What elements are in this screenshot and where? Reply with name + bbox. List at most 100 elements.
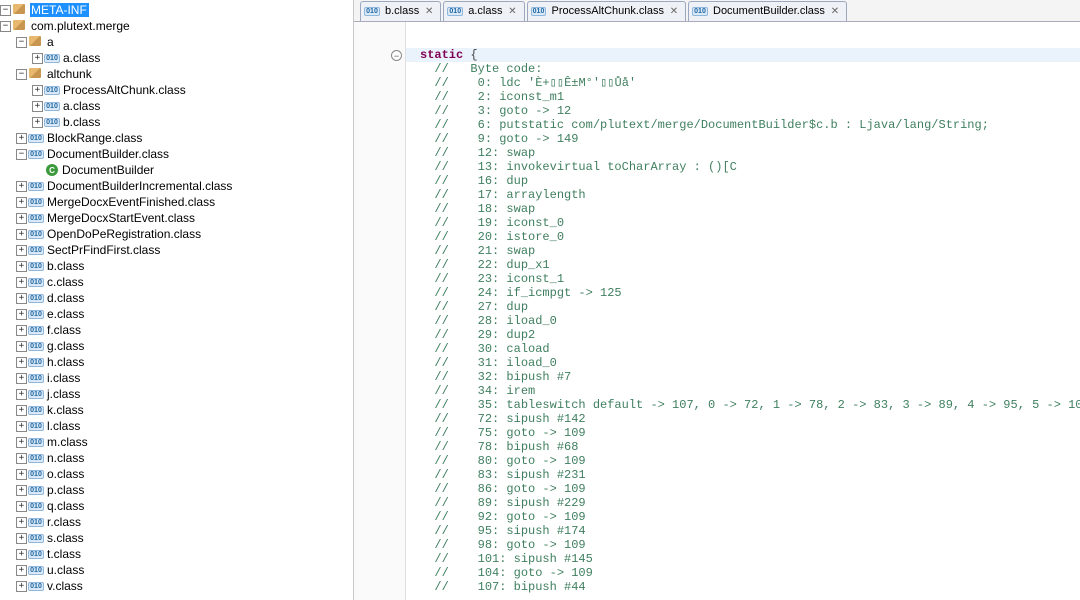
tree-item-class[interactable]: +OpenDoPeRegistration.class	[0, 226, 353, 242]
tree-item-class[interactable]: +k.class	[0, 402, 353, 418]
tree-item-class[interactable]: +u.class	[0, 562, 353, 578]
collapse-toggle-icon[interactable]: −	[0, 21, 11, 32]
collapse-toggle-icon[interactable]: −	[16, 149, 27, 160]
tree-item-class[interactable]: +SectPrFindFirst.class	[0, 242, 353, 258]
expand-toggle-icon[interactable]: +	[16, 277, 27, 288]
expand-toggle-icon[interactable]: +	[16, 549, 27, 560]
expand-toggle-icon[interactable]: +	[32, 53, 43, 64]
code-viewer[interactable]: − static { // Byte code: // 0: ldc 'È+▯▯…	[354, 22, 1080, 600]
tree-item-class[interactable]: +l.class	[0, 418, 353, 434]
tree-item-class[interactable]: +d.class	[0, 290, 353, 306]
expand-toggle-icon[interactable]: +	[16, 517, 27, 528]
tree-item-class[interactable]: +BlockRange.class	[0, 130, 353, 146]
classfile-icon	[29, 260, 43, 272]
tree-item-class[interactable]: +ProcessAltChunk.class	[0, 82, 353, 98]
expand-toggle-icon[interactable]: +	[16, 421, 27, 432]
tree-item-label: f.class	[46, 323, 81, 337]
project-explorer[interactable]: −META-INF−com.plutext.merge−a+a.class−al…	[0, 0, 354, 600]
tree-item-class[interactable]: +MergeDocxStartEvent.class	[0, 210, 353, 226]
tree-item-class[interactable]: +n.class	[0, 450, 353, 466]
classfile-icon	[29, 372, 43, 384]
close-icon[interactable]: ✕	[508, 6, 518, 16]
editor-tab-bar: b.class✕a.class✕ProcessAltChunk.class✕Do…	[354, 0, 1080, 22]
tree-item-altchunk[interactable]: −altchunk	[0, 66, 353, 82]
tree-item-class[interactable]: +q.class	[0, 498, 353, 514]
classfile-icon	[29, 452, 43, 464]
tree-item-class[interactable]: +c.class	[0, 274, 353, 290]
expand-toggle-icon[interactable]: +	[16, 453, 27, 464]
editor-tab[interactable]: b.class✕	[360, 1, 441, 21]
tab-label: a.class	[468, 5, 502, 17]
expand-toggle-icon[interactable]: +	[16, 565, 27, 576]
tab-label: ProcessAltChunk.class	[552, 5, 665, 17]
tree-item-class[interactable]: +v.class	[0, 578, 353, 594]
classfile-icon	[29, 420, 43, 432]
classfile-icon	[365, 5, 379, 17]
expand-toggle-icon[interactable]: +	[32, 117, 43, 128]
tree-item-class[interactable]: +a.class	[0, 98, 353, 114]
expand-toggle-icon[interactable]: +	[16, 261, 27, 272]
tree-item-package[interactable]: − com.plutext.merge	[0, 18, 353, 34]
tree-item-class[interactable]: + j.class	[0, 386, 353, 402]
expand-toggle-icon[interactable]: +	[16, 373, 27, 384]
classfile-icon	[448, 5, 462, 17]
expand-toggle-icon[interactable]: +	[16, 485, 27, 496]
expand-toggle-icon[interactable]: +	[16, 325, 27, 336]
tree-item-documentbuilder[interactable]: −DocumentBuilder.class	[0, 146, 353, 162]
classfile-icon	[29, 180, 43, 192]
expand-toggle-icon[interactable]: +	[32, 101, 43, 112]
tree-item-label: DocumentBuilder	[61, 163, 154, 177]
tree-item-class[interactable]: +o.class	[0, 466, 353, 482]
tree-item-class[interactable]: +DocumentBuilderIncremental.class	[0, 178, 353, 194]
expand-toggle-icon[interactable]: +	[16, 405, 27, 416]
tree-item-class[interactable]: +e.class	[0, 306, 353, 322]
close-icon[interactable]: ✕	[424, 6, 434, 16]
editor-tab[interactable]: ProcessAltChunk.class ✕	[527, 1, 687, 21]
editor-tab[interactable]: a.class ✕	[443, 1, 524, 21]
tree-item-label: j.class	[46, 387, 80, 401]
tree-item-label: com.plutext.merge	[30, 19, 130, 33]
close-icon[interactable]: ✕	[830, 6, 840, 16]
expand-toggle-icon[interactable]: +	[32, 85, 43, 96]
tree-item-folder-a[interactable]: −a	[0, 34, 353, 50]
expand-toggle-icon[interactable]: +	[16, 197, 27, 208]
tree-item-class[interactable]: + f.class	[0, 322, 353, 338]
expand-toggle-icon[interactable]: +	[16, 533, 27, 544]
close-icon[interactable]: ✕	[669, 6, 679, 16]
tree-item-class[interactable]: +s.class	[0, 530, 353, 546]
expand-toggle-icon[interactable]: +	[16, 309, 27, 320]
expand-toggle-icon[interactable]: +	[16, 213, 27, 224]
tree-item-class[interactable]: +t.class	[0, 546, 353, 562]
expand-toggle-icon[interactable]: +	[16, 501, 27, 512]
collapse-toggle-icon[interactable]: −	[16, 37, 27, 48]
expand-toggle-icon[interactable]: +	[16, 245, 27, 256]
collapse-toggle-icon[interactable]: −	[0, 5, 11, 16]
editor-tab[interactable]: DocumentBuilder.class✕	[688, 1, 847, 21]
tree-item-class[interactable]: +i.class	[0, 370, 353, 386]
expand-toggle-icon[interactable]: +	[16, 229, 27, 240]
expand-toggle-icon[interactable]: +	[16, 581, 27, 592]
tree-item-class[interactable]: +MergeDocxEventFinished.class	[0, 194, 353, 210]
tree-item-label: g.class	[46, 339, 84, 353]
tree-item-class[interactable]: +r.class	[0, 514, 353, 530]
expand-toggle-icon[interactable]: +	[16, 133, 27, 144]
tree-item-class[interactable]: + g.class	[0, 338, 353, 354]
expand-toggle-icon[interactable]: +	[16, 389, 27, 400]
tree-item-class[interactable]: +a.class	[0, 50, 353, 66]
expand-toggle-icon[interactable]: +	[16, 293, 27, 304]
expand-toggle-icon[interactable]: +	[16, 437, 27, 448]
tree-item-inner-class[interactable]: DocumentBuilder	[0, 162, 353, 178]
expand-toggle-icon[interactable]: +	[16, 341, 27, 352]
tree-item-meta-inf[interactable]: −META-INF	[0, 2, 353, 18]
tree-item-class[interactable]: +h.class	[0, 354, 353, 370]
collapse-toggle-icon[interactable]: −	[16, 69, 27, 80]
package-icon	[29, 68, 43, 80]
expand-toggle-icon[interactable]: +	[16, 469, 27, 480]
fold-toggle-icon[interactable]: −	[391, 50, 402, 61]
expand-toggle-icon[interactable]: +	[16, 181, 27, 192]
tree-item-class[interactable]: +p.class	[0, 482, 353, 498]
expand-toggle-icon[interactable]: +	[16, 357, 27, 368]
tree-item-class[interactable]: +b.class	[0, 114, 353, 130]
tree-item-class[interactable]: +m.class	[0, 434, 353, 450]
tree-item-class[interactable]: +b.class	[0, 258, 353, 274]
